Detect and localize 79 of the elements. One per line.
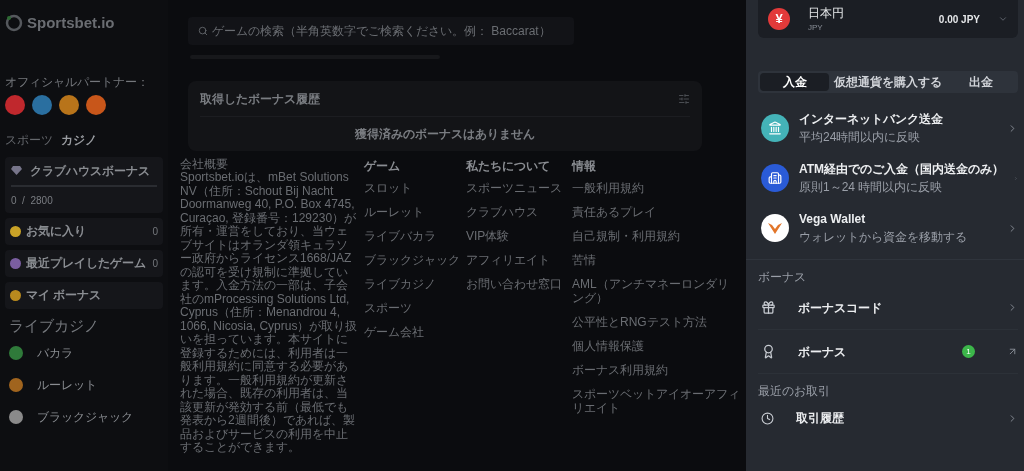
method-title: Vega Wallet	[799, 211, 867, 228]
clubhouse-card[interactable]: クラブハウスボーナス 0 / 2800	[5, 156, 163, 213]
atm-icon	[761, 164, 789, 192]
footer-heading: 情報	[572, 158, 597, 175]
search-field[interactable]: ゲームの検索（半角英数字でご検索ください。例： Baccarat）	[188, 17, 574, 45]
payment-method[interactable]: Vega Wallet ウォレットから資金を移動する	[758, 203, 1018, 253]
wallet-tab[interactable]: 仮想通貨を購入する	[829, 73, 947, 91]
medal-icon	[761, 344, 776, 359]
game-category[interactable]: ブラックジャック	[5, 401, 163, 433]
gift-icon	[761, 300, 776, 315]
footer-heading: ゲーム	[364, 158, 401, 175]
footer-link[interactable]: クラブハウス	[466, 205, 538, 219]
clock-icon	[761, 411, 774, 425]
footer-link[interactable]: ブラックジャック	[364, 253, 460, 267]
payment-method[interactable]: ATM経由でのご入金（国内送金のみ） 原則1～24 時間以内に反映	[758, 153, 1018, 203]
item-count: 0	[152, 256, 158, 271]
partners-label: オフィシャルパートナー：	[5, 73, 150, 91]
company-info: Sportsbet.ioは、mBet Solutions NV（住所：Schout Bij Nacht Doormanweg 40, P.O. Box 4745, Curaçao, 登録番号：129230）が所有・運営をしており、当ウェブサイトはオランダ領キュラソー政府からライセンス1668/JAZの認可を受け規制に準拠しています。入金方法の一部は、子会社のmProcessing Solutions Ltd, Cyprus（住所：Menandrou 4, 1066, Nicosia, Cyprus）が取り扱いを担っています。本サイトに登録するためには、利用者は一般利用規約に同意する必要があります。一般利用規約が更新された場合、既存の利用者は、当該更新が発効する前（最低でも発表から2週間後）であれば、製品およびサービスの利用を中止することができます。	[180, 171, 358, 455]
footer-link[interactable]: お問い合わせ窓口	[466, 277, 562, 291]
footer-link[interactable]: アフィリエイト	[466, 253, 550, 267]
wallet-tab[interactable]: 入金	[760, 73, 830, 91]
footer-heading: 会社概要	[180, 157, 229, 171]
nav-tab[interactable]: カジノ	[61, 130, 97, 149]
wallet-tab[interactable]: 出金	[946, 73, 1016, 91]
footer-link[interactable]: スポーツベットアイオーアフィリエイト	[572, 387, 740, 415]
points-count: 0 / 2800	[11, 193, 54, 208]
footer-link[interactable]: 個人情報保護	[572, 339, 644, 353]
footer-link[interactable]: 一般利用規約	[572, 181, 644, 195]
payment-method[interactable]: インターネットバンク送金 平均24時間以内に反映	[758, 103, 1018, 153]
footer-link[interactable]: ボーナス利用規約	[572, 363, 668, 377]
currency-code: JPY	[808, 22, 824, 34]
footer-link[interactable]: ライブバカラ	[364, 229, 436, 243]
footer-link[interactable]: スポーツ	[364, 301, 412, 315]
footer-link[interactable]: スポーツニュース	[466, 181, 562, 195]
method-subtitle: 平均24時間以内に反映	[799, 129, 922, 146]
section-label: ボーナス	[758, 269, 807, 286]
currency-symbol: ¥	[768, 8, 790, 30]
game-category[interactable]: バカラ	[5, 337, 163, 369]
footer-link[interactable]: VIP体験	[466, 229, 510, 243]
sidebar-item[interactable]: マイ ボーナス	[5, 281, 163, 309]
section-heading: ライブカジノ	[8, 315, 100, 336]
empty-message: 獲得済みのボーナスはありません	[354, 126, 536, 143]
balance-amount: 0.00 JPY	[938, 12, 980, 27]
bonus-row[interactable]: ボーナスコード	[758, 286, 1018, 330]
nav-tab[interactable]: スポーツ	[5, 130, 53, 149]
count-badge: 1	[962, 345, 975, 358]
method-title: ATM経由でのご入金（国内送金のみ）	[799, 161, 1005, 178]
history-row[interactable]: 取引履歴	[758, 400, 1018, 436]
footer-link[interactable]: 公平性とRNGテスト方法	[572, 315, 707, 329]
bank-icon	[761, 114, 789, 142]
currency-name: 日本円	[808, 5, 845, 22]
section-label: 最近のお取引	[758, 383, 831, 400]
footer-link[interactable]: ライブカジノ	[364, 277, 436, 291]
bonus-row[interactable]: ボーナス 1	[758, 330, 1018, 374]
item-count: 0	[152, 224, 158, 239]
footer-link[interactable]: 責任あるプレイ	[572, 205, 656, 219]
method-subtitle: 原則1～24 時間以内に反映	[799, 179, 944, 196]
footer-heading: 私たちについて	[466, 158, 551, 175]
sidebar-item[interactable]: 最近プレイしたゲーム 0	[5, 249, 163, 277]
footer-link[interactable]: ゲーム会社	[364, 325, 424, 339]
diamond-icon	[11, 166, 22, 175]
footer-link[interactable]: 苦情	[572, 253, 596, 267]
footer-link[interactable]: AML（アンチマネーロンダリング）	[572, 277, 740, 305]
sidebar-item[interactable]: お気に入り 0	[5, 217, 163, 245]
footer-link[interactable]: ルーレット	[364, 205, 424, 219]
currency-selector[interactable]: ¥ 日本円 JPY 0.00 JPY	[758, 0, 1018, 38]
footer-link[interactable]: スロット	[364, 181, 412, 195]
footer-link[interactable]: 自己規制・利用規約	[572, 229, 680, 243]
card-title: 取得したボーナス履歴	[200, 90, 320, 108]
logo-icon	[5, 14, 23, 33]
method-title: インターネットバンク送金	[799, 111, 944, 128]
external-link-icon	[1007, 346, 1018, 357]
clubhouse-title: クラブハウスボーナス	[30, 162, 150, 180]
fox-logo-icon	[761, 214, 789, 242]
game-category[interactable]: ルーレット	[5, 369, 163, 401]
brand-logo[interactable]: Sportsbet.io	[27, 12, 115, 35]
chevron-down-icon	[998, 14, 1008, 24]
method-subtitle: ウォレットから資金を移動する	[799, 229, 968, 246]
filter-icon[interactable]	[678, 92, 690, 105]
